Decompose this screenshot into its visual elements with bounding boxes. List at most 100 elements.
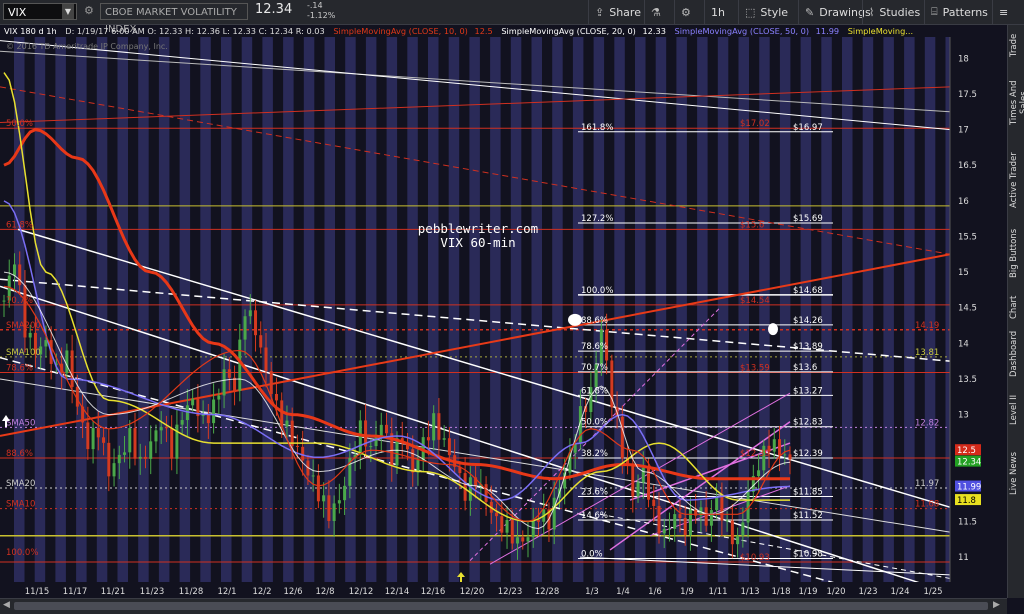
price-tick-label: 17 (958, 126, 969, 136)
candle-body (248, 310, 252, 317)
candle-body (426, 437, 430, 441)
session-band (862, 37, 874, 582)
level-label-right: 14.19 (915, 321, 939, 331)
session-band (800, 37, 812, 582)
date-tick-label: 1/13 (740, 587, 759, 597)
red-fib-label: $14.54 (740, 296, 770, 306)
candle-body (447, 438, 451, 456)
watermark-site: pebblewriter.com (418, 221, 538, 236)
legend-sma50[interactable]: SimpleMovingAvg (CLOSE, 50, 0) (675, 26, 810, 36)
date-tick-label: 11/23 (140, 587, 165, 597)
scroll-right-icon[interactable]: ▶ (993, 600, 1000, 610)
candle-body (358, 420, 362, 455)
candle-body (673, 514, 677, 529)
watermark-subtitle: VIX 60-min (440, 235, 515, 250)
sidebar-tab-level-ii[interactable]: Level II (1009, 385, 1024, 435)
candle-body (28, 332, 32, 338)
price-marker-label: 11.8 (957, 496, 976, 506)
candle-body (657, 505, 661, 534)
price-marker-label: 11.99 (957, 483, 981, 493)
session-band (883, 37, 894, 582)
date-tick-label: 12/20 (460, 587, 485, 597)
settings-button[interactable]: ⚙ (674, 0, 704, 24)
candle-body (484, 484, 488, 502)
style-button[interactable]: ⬚ Style (738, 0, 798, 24)
candle-body (500, 516, 504, 533)
candle-body (18, 264, 22, 286)
legend-sma100[interactable]: SimpleMoving... (848, 26, 913, 36)
gear-icon[interactable]: ⚙ (84, 4, 94, 17)
fib-price-label: $14.26 (793, 316, 823, 326)
level-label-left: SMA200 (6, 321, 41, 331)
security-name: CBOE MARKET VOLATILITY INDEX (100, 3, 248, 35)
candle-body (316, 475, 320, 502)
candle-body (327, 495, 331, 521)
fib-price-label: $11.52 (793, 511, 823, 521)
scroll-left-icon[interactable]: ◀ (3, 600, 10, 610)
candle-body (322, 495, 326, 502)
price-marker-label: 12.34 (957, 458, 981, 468)
candle-body (531, 520, 535, 538)
price-chart[interactable]: 161.8% $16.97 127.2% $15.69 100.0% $14.68 88.6… (0, 37, 1007, 598)
sidebar-tab-dashboard[interactable]: Dashboard (1009, 329, 1024, 379)
sidebar-tab-big-buttons[interactable]: Big Buttons (1009, 222, 1024, 284)
candle-body (374, 436, 378, 447)
aggregation-label: 1h (711, 5, 725, 19)
fib-price-label: $14.68 (793, 286, 823, 296)
fib-price-label: $13.27 (793, 386, 823, 396)
candle-body (778, 439, 782, 456)
sidebar-tab-live-news[interactable]: Live News (1009, 443, 1024, 503)
candle-body (783, 454, 787, 456)
sidebar-tab-times-and-sales[interactable]: Times And Sales (1009, 69, 1024, 137)
chevron-down-icon[interactable]: ▼ (62, 4, 74, 19)
session-band (904, 37, 915, 582)
more-menu-button[interactable]: ≡ (992, 0, 1024, 24)
sidebar-tab-trade[interactable]: Trade (1009, 29, 1024, 61)
candle-body (107, 442, 111, 477)
session-band (76, 37, 87, 582)
date-tick-label: 12/14 (385, 587, 410, 597)
level-label-left: 78.6% (6, 364, 33, 374)
aggregation-button[interactable]: 1h (704, 0, 738, 24)
fib-percent-label: 50.0% (581, 418, 608, 428)
candle-body (725, 520, 729, 522)
session-band (407, 37, 418, 582)
candle-body (175, 424, 179, 459)
level-label-right: 11.97 (915, 479, 939, 489)
scroll-thumb[interactable] (14, 602, 988, 610)
drawings-button[interactable]: ✎ Drawings (798, 0, 871, 24)
symbol-selector[interactable]: VIX ▼ (3, 3, 77, 20)
patterns-button[interactable]: ⌸ Patterns (924, 0, 992, 24)
sidebar-tab-chart[interactable]: Chart (1009, 293, 1024, 321)
flask-button[interactable]: ⚗ (644, 0, 674, 24)
candle-body (516, 537, 520, 544)
candle-body (432, 413, 436, 441)
level-label-left: 61.8% (6, 220, 33, 230)
price-axis-background (950, 37, 1007, 598)
red-fib-label: $12.39 (740, 449, 770, 459)
candle-body (117, 454, 121, 464)
legend-sma50-value: 11.99 (815, 26, 840, 36)
share-button[interactable]: ⇪ Share (588, 0, 644, 24)
legend-symbol: VIX 180 d 1h (4, 26, 57, 36)
candle-body (437, 413, 441, 440)
legend-sma20[interactable]: SimpleMovingAvg (CLOSE, 20, 0) (501, 26, 636, 36)
candle-body (715, 497, 719, 511)
studies-button[interactable]: ⌇ Studies (862, 0, 924, 24)
session-band (117, 37, 128, 582)
candle-body (395, 438, 399, 466)
time-axis[interactable]: 11/15 11/17 11/21 11/23 11/28 12/1 12/2 12/6 12/… (0, 582, 950, 598)
candle-body (442, 438, 446, 440)
legend-sma10[interactable]: SimpleMovingAvg (CLOSE, 10, 0) (333, 26, 468, 36)
candle-body (149, 441, 153, 459)
candle-body (720, 497, 724, 521)
date-tick-label: 11/15 (25, 587, 50, 597)
candle-body (505, 520, 509, 533)
candle-body (65, 350, 69, 374)
horizontal-scrollbar[interactable]: ◀ ▶ (0, 598, 1007, 614)
sidebar-tab-active-trader[interactable]: Active Trader (1009, 145, 1024, 215)
study-legend: VIX 180 d 1h D: 1/19/17 6:00 AM O: 12.33… (0, 25, 1000, 37)
price-axis[interactable]: 1111.51212.51313.51414.51515.51616.51717… (949, 37, 1007, 598)
level-label-left: SMA10 (6, 500, 35, 510)
highlight-dot (568, 313, 582, 326)
